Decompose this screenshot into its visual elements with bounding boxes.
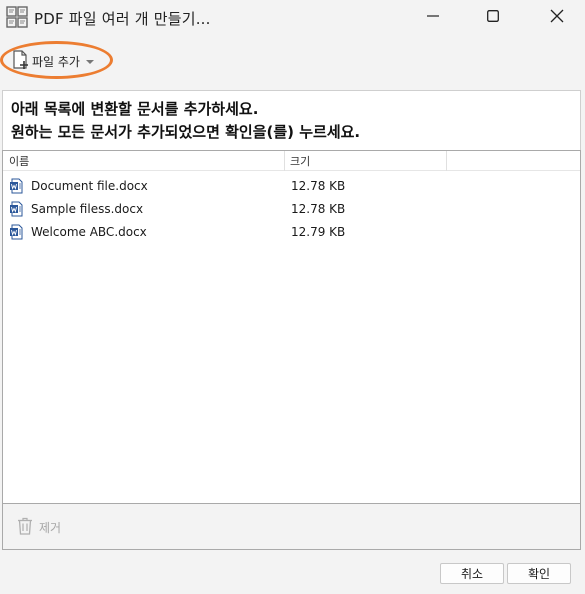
minimize-button[interactable] [410,0,456,34]
word-doc-icon [9,201,25,217]
pdf-merge-app-icon [6,6,28,28]
close-icon [550,9,564,26]
file-size: 12.78 KB [291,179,346,193]
file-list[interactable]: 이름 크기 Document file.docx 12.78 KB Sample… [2,150,581,504]
instruction-line-1: 아래 목록에 변환할 문서를 추가하세요. [11,100,259,118]
chevron-down-icon[interactable] [85,54,94,68]
remove-button[interactable]: 제거 [17,516,61,538]
cancel-button[interactable]: 취소 [440,563,504,584]
maximize-button[interactable] [470,0,516,34]
file-name: Document file.docx [31,179,148,193]
word-doc-icon [9,178,25,194]
window-title: PDF 파일 여러 개 만들기... [34,10,211,28]
close-button[interactable] [534,0,580,34]
remove-label: 제거 [39,520,62,535]
maximize-icon [487,9,499,25]
column-divider[interactable] [284,151,285,171]
file-size: 12.78 KB [291,202,346,216]
word-doc-icon [9,224,25,240]
title-bar: PDF 파일 여러 개 만들기... [0,0,585,36]
file-name: Welcome ABC.docx [31,225,147,239]
minimize-icon [427,10,439,25]
toolbar: 파일 추가 [0,36,585,88]
table-row[interactable]: Welcome ABC.docx 12.79 KB [3,221,580,244]
file-name: Sample filess.docx [31,202,144,216]
ok-button[interactable]: 확인 [507,563,571,584]
list-header: 이름 크기 [3,151,580,171]
trash-icon [17,517,33,538]
table-row[interactable]: Sample filess.docx 12.78 KB [3,198,580,221]
add-file-icon [12,49,30,73]
column-divider[interactable] [446,151,447,171]
instruction-line-2: 원하는 모든 문서가 추가되었으면 확인을(를) 누르세요. [11,123,361,141]
table-row[interactable]: Document file.docx 12.78 KB [3,175,580,198]
pdf-create-multiple-dialog: PDF 파일 여러 개 만들기... 파일 추가 아래 목록에 변환할 문서를 … [0,0,585,594]
remove-bar: 제거 [2,504,581,550]
file-size: 12.79 KB [291,225,346,239]
column-header-name[interactable]: 이름 [9,153,29,169]
instruction-panel: 아래 목록에 변환할 문서를 추가하세요. 원하는 모든 문서가 추가되었으면 … [2,90,581,150]
add-file-label: 파일 추가 [32,54,80,69]
column-header-size[interactable]: 크기 [290,153,310,169]
add-file-button[interactable]: 파일 추가 [8,49,98,73]
